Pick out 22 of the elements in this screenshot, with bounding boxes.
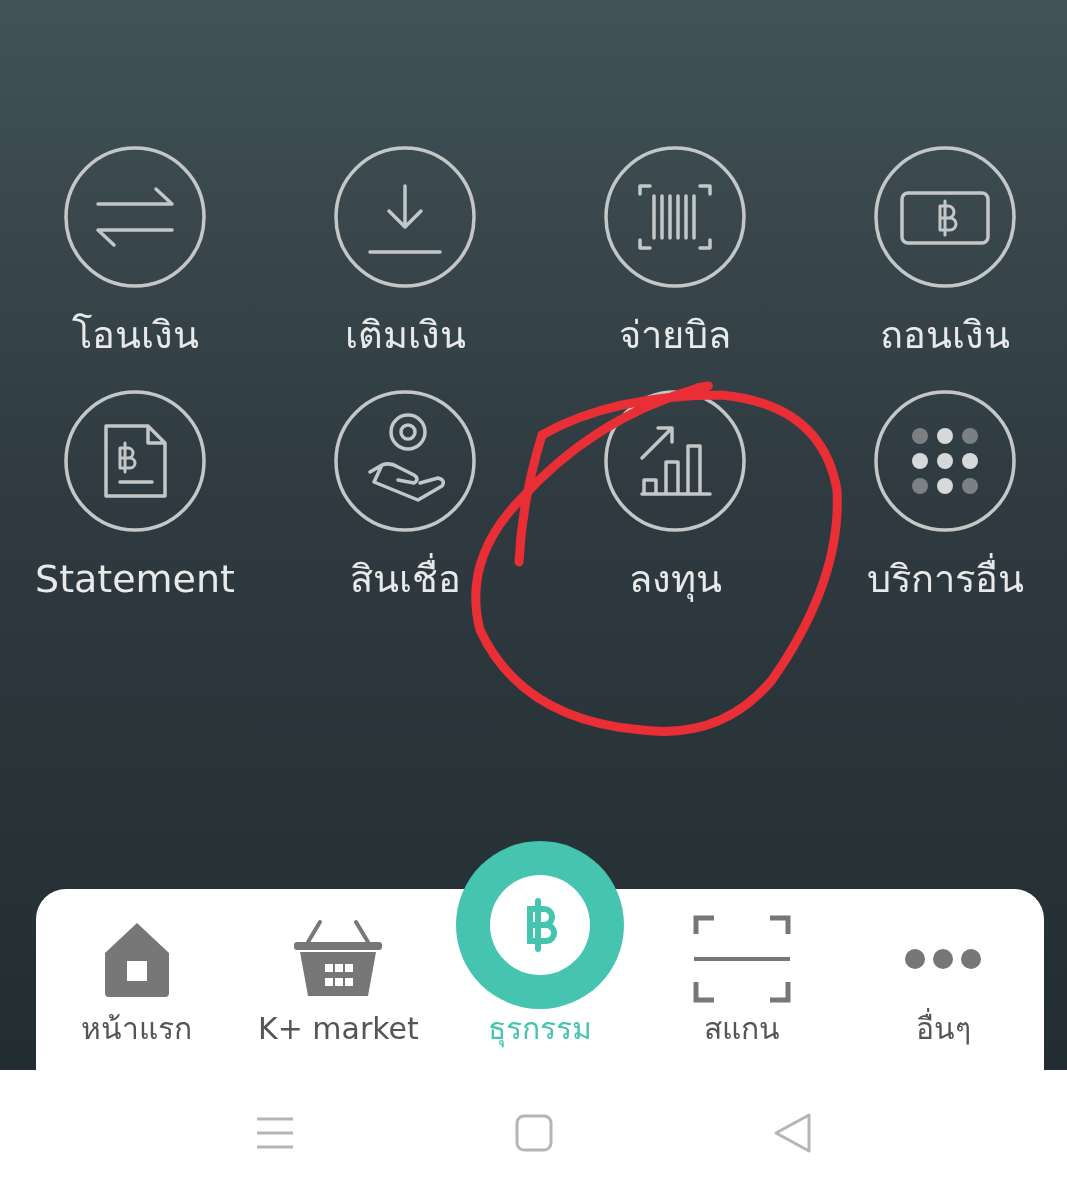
download-icon[interactable] — [334, 146, 476, 288]
hand-coin-icon[interactable] — [334, 390, 476, 532]
action-label: สินเชื่อ — [349, 554, 461, 604]
document-icon[interactable] — [64, 390, 206, 532]
nav-tab[interactable]: หน้าแรก — [81, 1007, 193, 1051]
action-label: บริการอื่น — [866, 554, 1024, 604]
action-label: Statement — [35, 556, 235, 603]
banknote-icon[interactable] — [874, 146, 1016, 288]
more-dots-icon[interactable] — [904, 948, 983, 970]
scan-frame-icon[interactable] — [691, 914, 792, 1004]
grid-dots-icon[interactable] — [874, 390, 1016, 532]
nav-tab[interactable]: สแกน — [703, 1007, 780, 1051]
action-label: เติมเงิน — [344, 312, 466, 359]
nav-tab[interactable]: อื่นๆ — [915, 1007, 971, 1051]
action-label: ลงทุน — [628, 556, 722, 604]
nav-tab[interactable]: K+ market — [258, 1007, 419, 1051]
barcode-icon[interactable] — [604, 146, 746, 288]
chart-icon[interactable] — [604, 390, 746, 532]
action-label: จ่ายบิล — [619, 312, 731, 359]
action-label: โอนเงิน — [71, 312, 199, 359]
action-label: ถอนเงิน — [880, 312, 1010, 359]
transfer-arrows-icon[interactable] — [64, 146, 206, 288]
